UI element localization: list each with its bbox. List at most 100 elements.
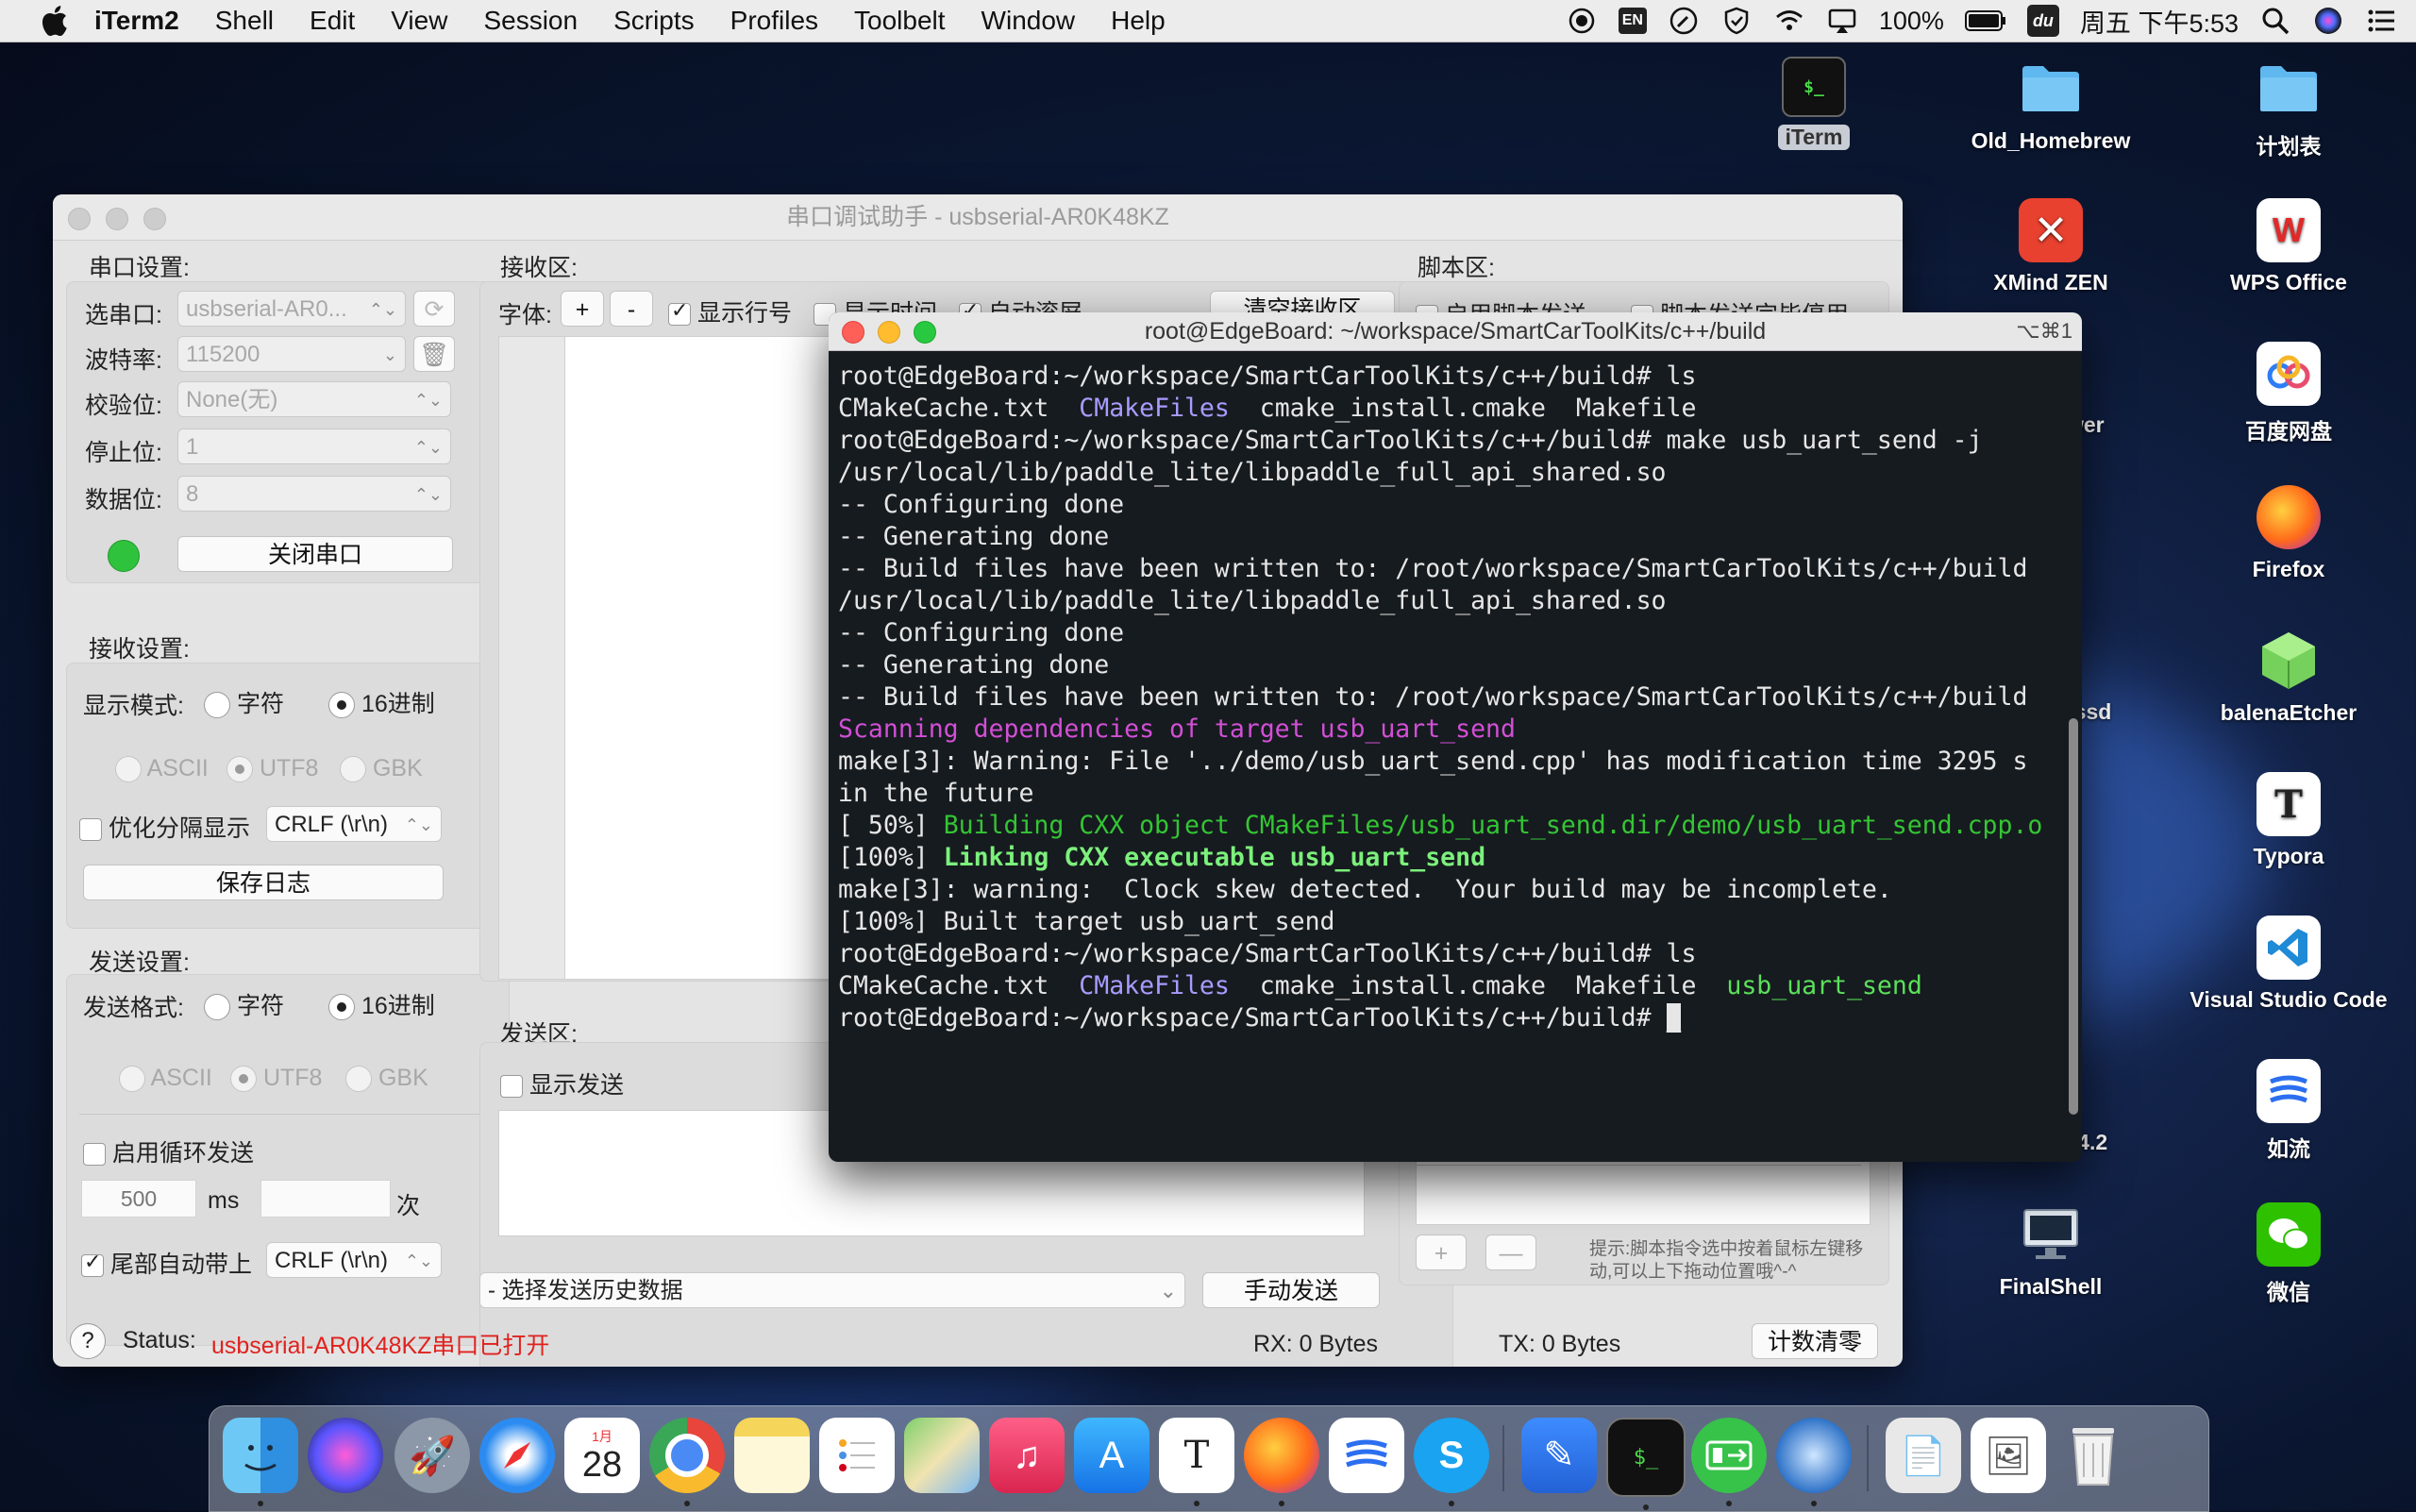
minimize-window-button[interactable]	[106, 208, 128, 230]
close-port-button[interactable]: 关闭串口	[177, 536, 453, 572]
quicktime-icon[interactable]	[1776, 1418, 1852, 1506]
menu-edit[interactable]: Edit	[310, 6, 355, 36]
terminal-titlebar[interactable]: root@EdgeBoard: ~/workspace/SmartCarTool…	[829, 312, 2082, 351]
zoom-window-button[interactable]	[914, 321, 936, 344]
launchpad-icon[interactable]: 🚀	[394, 1418, 470, 1493]
desktop-icon-vscode[interactable]: Visual Studio Code	[2171, 916, 2407, 1013]
show-line-numbers-checkbox[interactable]: 显示行号	[668, 294, 792, 328]
parity-select[interactable]: None(无) ⌃⌄	[177, 381, 451, 417]
du-app-icon[interactable]: du	[2026, 5, 2059, 37]
receive-utf8-radio[interactable]: UTF8	[226, 755, 318, 783]
data-bits-select[interactable]: 8 ⌃⌄	[177, 476, 451, 512]
desktop-icon-etcher[interactable]: balenaEtcher	[2190, 629, 2388, 726]
terminal-window[interactable]: root@EdgeBoard: ~/workspace/SmartCarTool…	[829, 312, 2082, 1162]
desktop-icon-firefox[interactable]: Firefox	[2190, 485, 2388, 582]
firefox-icon[interactable]	[1244, 1418, 1319, 1506]
menu-help[interactable]: Help	[1111, 6, 1166, 36]
calendar-icon[interactable]: 1月 28	[564, 1418, 640, 1493]
desktop-icon-ruliu[interactable]: 如流	[2190, 1059, 2388, 1163]
desktop-icon-old-homebrew[interactable]: Old_Homebrew	[1952, 57, 2150, 154]
apple-menu-icon[interactable]	[40, 5, 70, 37]
typora-icon[interactable]: T	[1159, 1418, 1234, 1506]
minimize-window-button[interactable]	[878, 321, 900, 344]
clock[interactable]: 周五 下午5:53	[2080, 3, 2239, 40]
close-window-button[interactable]	[68, 208, 91, 230]
notes-icon[interactable]	[734, 1418, 810, 1493]
menu-toolbelt[interactable]: Toolbelt	[854, 6, 946, 36]
font-increase-button[interactable]: +	[561, 291, 604, 327]
send-gbk-radio[interactable]: GBK	[345, 1065, 428, 1093]
notification-center-icon[interactable]	[2365, 5, 2397, 37]
menu-view[interactable]: View	[391, 6, 447, 36]
menu-scripts[interactable]: Scripts	[613, 6, 695, 36]
port-select[interactable]: usbserial-AR0... ⌃⌄	[177, 291, 406, 327]
pencil-icon[interactable]: ✎	[1521, 1418, 1597, 1493]
appstore-icon[interactable]: A	[1074, 1418, 1149, 1493]
loop-count-input[interactable]	[260, 1180, 391, 1218]
desktop-icon-xmind[interactable]: ✕ XMind ZEN	[1952, 198, 2150, 295]
finder-icon[interactable]	[223, 1418, 298, 1506]
iterm-icon[interactable]: $_	[1606, 1418, 1686, 1510]
show-send-checkbox[interactable]: 显示发送	[500, 1067, 624, 1100]
add-script-button[interactable]: +	[1416, 1235, 1467, 1270]
desktop-icon-iterm[interactable]: $_ iTerm	[1715, 57, 1913, 150]
loop-send-checkbox[interactable]: 启用循环发送	[83, 1134, 254, 1168]
wrench-icon[interactable]	[1668, 5, 1700, 37]
send-history-select[interactable]: - 选择发送历史数据 ⌄	[479, 1272, 1185, 1308]
battery-icon[interactable]	[1964, 5, 2006, 37]
siri-icon[interactable]	[2312, 5, 2344, 37]
preview-icon[interactable]: 🖼	[1971, 1418, 2046, 1493]
airplay-icon[interactable]	[1826, 5, 1858, 37]
shield-icon[interactable]	[1720, 5, 1753, 37]
tail-auto-checkbox[interactable]: 尾部自动带上	[81, 1246, 252, 1280]
menu-profiles[interactable]: Profiles	[730, 6, 818, 36]
desktop-icon-wps[interactable]: W WPS Office	[2190, 198, 2388, 295]
help-icon[interactable]: ?	[70, 1323, 106, 1359]
menu-shell[interactable]: Shell	[215, 6, 274, 36]
display-mode-char-radio[interactable]: 字符	[204, 685, 284, 719]
serial-window-titlebar[interactable]: 串口调试助手 - usbserial-AR0K48KZ	[53, 194, 1903, 241]
desktop-icon-wechat[interactable]: 微信	[2190, 1202, 2388, 1306]
stop-bits-select[interactable]: 1 ⌃⌄	[177, 428, 451, 464]
split-display-checkbox[interactable]: 优化分隔显示	[79, 810, 250, 844]
remove-script-button[interactable]: —	[1485, 1235, 1536, 1270]
refresh-icon[interactable]: ⟳	[413, 291, 455, 327]
display-mode-hex-radio[interactable]: 16进制	[328, 685, 435, 719]
receive-gbk-radio[interactable]: GBK	[340, 755, 423, 783]
menu-app-name[interactable]: iTerm2	[94, 6, 179, 36]
trash-icon[interactable]	[2055, 1418, 2131, 1493]
receive-ascii-radio[interactable]: ASCII	[115, 755, 209, 783]
send-ascii-radio[interactable]: ASCII	[119, 1065, 212, 1093]
send-utf8-radio[interactable]: UTF8	[230, 1065, 322, 1093]
record-icon[interactable]	[1566, 5, 1598, 37]
tail-delimiter-select[interactable]: CRLF (\r\n) ⌃⌄	[266, 1242, 442, 1278]
ruliu-icon[interactable]	[1329, 1418, 1404, 1493]
serial-tool-icon[interactable]	[1691, 1418, 1767, 1506]
desktop-icon-typora[interactable]: T Typora	[2190, 772, 2388, 869]
desktop-icon-plan[interactable]: 计划表	[2190, 57, 2388, 160]
wifi-icon[interactable]	[1773, 5, 1805, 37]
menu-session[interactable]: Session	[483, 6, 578, 36]
desktop-icon-baidu[interactable]: 百度网盘	[2190, 342, 2388, 445]
music-icon[interactable]: ♫	[989, 1418, 1065, 1493]
loop-interval-input[interactable]	[81, 1180, 196, 1218]
save-log-button[interactable]: 保存日志	[83, 865, 444, 900]
zoom-window-button[interactable]	[143, 208, 166, 230]
siri-icon[interactable]	[308, 1418, 383, 1493]
split-delimiter-select[interactable]: CRLF (\r\n) ⌃⌄	[266, 806, 442, 842]
baud-select[interactable]: 115200 ⌄	[177, 336, 406, 372]
menu-window[interactable]: Window	[982, 6, 1076, 36]
spotlight-search-icon[interactable]	[2259, 5, 2291, 37]
document-icon[interactable]: 📄	[1886, 1418, 1961, 1493]
send-format-char-radio[interactable]: 字符	[204, 987, 284, 1021]
reset-count-button[interactable]: 计数清零	[1752, 1323, 1878, 1359]
terminal-scrollbar[interactable]	[2069, 718, 2078, 1115]
send-format-hex-radio[interactable]: 16进制	[328, 987, 435, 1021]
safari-icon[interactable]	[479, 1418, 555, 1493]
terminal-output[interactable]: root@EdgeBoard:~/workspace/SmartCarToolK…	[829, 351, 2082, 1034]
skype-icon[interactable]: S	[1414, 1418, 1489, 1506]
maps-icon[interactable]	[904, 1418, 980, 1493]
trash-icon[interactable]: 🗑	[413, 336, 455, 372]
close-window-button[interactable]	[842, 321, 864, 344]
chrome-icon[interactable]	[649, 1418, 725, 1506]
